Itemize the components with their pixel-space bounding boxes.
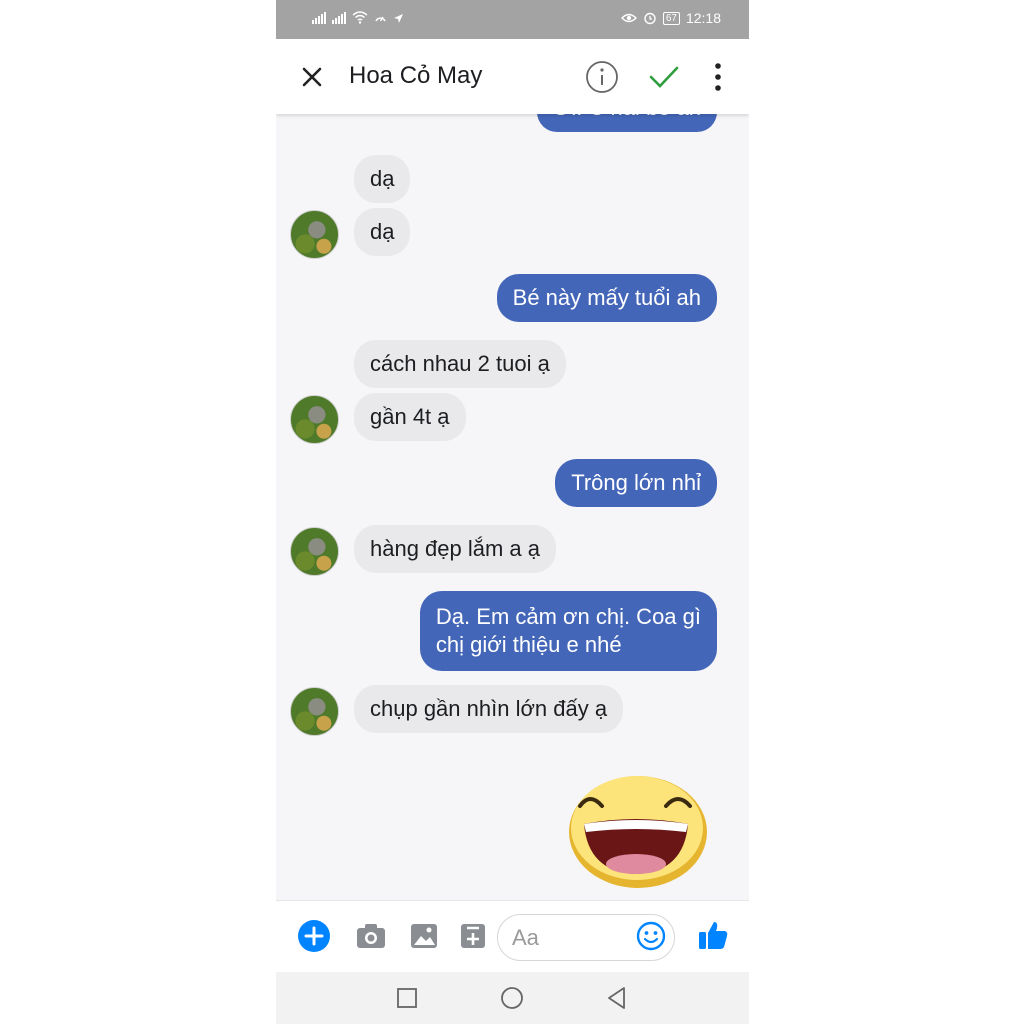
avatar[interactable] [290, 395, 339, 444]
plus-circle-icon[interactable] [297, 919, 331, 953]
message-incoming[interactable]: dạ [354, 208, 411, 256]
composer-bar [276, 900, 749, 972]
avatar[interactable] [290, 687, 339, 736]
battery-level: 67 [662, 11, 680, 25]
signal-icon [332, 11, 346, 24]
info-icon[interactable] [585, 60, 619, 94]
message-line: chị giới thiệu e nhé [435, 632, 622, 657]
system-navigation-bar [276, 972, 749, 1024]
laughing-emoji-sticker[interactable] [566, 768, 710, 890]
signal-icon [312, 11, 326, 24]
status-icons-right: 67 12:18 [620, 10, 721, 26]
message-incoming[interactable]: hàng đẹp lắm a ạ [354, 525, 557, 573]
message-incoming[interactable]: dạ [354, 155, 411, 203]
thumbs-up-icon[interactable] [696, 918, 730, 952]
phone-screen: 67 12:18 Hoa Cỏ May Ơi. C hai bé ah dạ d… [276, 0, 749, 1024]
message-outgoing[interactable]: Trông lớn nhỉ [555, 459, 717, 507]
image-icon[interactable] [407, 919, 441, 953]
message-incoming[interactable]: cách nhau 2 tuoi ạ [354, 340, 566, 388]
message-outgoing[interactable]: Dạ. Em cảm ơn chị. Coa gì chị giới thiệu… [419, 591, 717, 671]
more-vertical-icon[interactable] [710, 61, 726, 93]
smile-icon[interactable] [636, 921, 666, 951]
square-icon[interactable] [394, 985, 420, 1011]
triangle-back-icon[interactable] [604, 985, 630, 1011]
check-icon[interactable] [648, 62, 680, 92]
avatar[interactable] [290, 210, 339, 259]
eye-icon [620, 13, 637, 23]
message-incoming[interactable]: gần 4t ạ [354, 393, 466, 441]
status-bar: 67 12:18 [276, 0, 749, 39]
conversation-header: Hoa Cỏ May [276, 39, 749, 114]
circle-icon[interactable] [499, 985, 525, 1011]
message-line: Dạ. Em cảm ơn chị. Coa gì [435, 604, 701, 629]
message-outgoing[interactable]: Bé này mấy tuổi ah [496, 274, 717, 322]
avatar[interactable] [290, 527, 339, 576]
camera-icon[interactable] [354, 919, 388, 953]
sticker-icon[interactable] [456, 919, 490, 953]
message-incoming[interactable]: chụp gần nhìn lớn đấy ạ [354, 685, 624, 733]
speed-icon [375, 16, 386, 22]
alarm-icon [644, 12, 656, 25]
status-icons-left [312, 11, 404, 24]
contact-name: Hoa Cỏ May [349, 62, 483, 89]
wifi-icon [352, 11, 368, 24]
close-icon[interactable] [298, 63, 326, 91]
status-time: 12:18 [685, 10, 721, 26]
navigation-icon [394, 14, 403, 23]
